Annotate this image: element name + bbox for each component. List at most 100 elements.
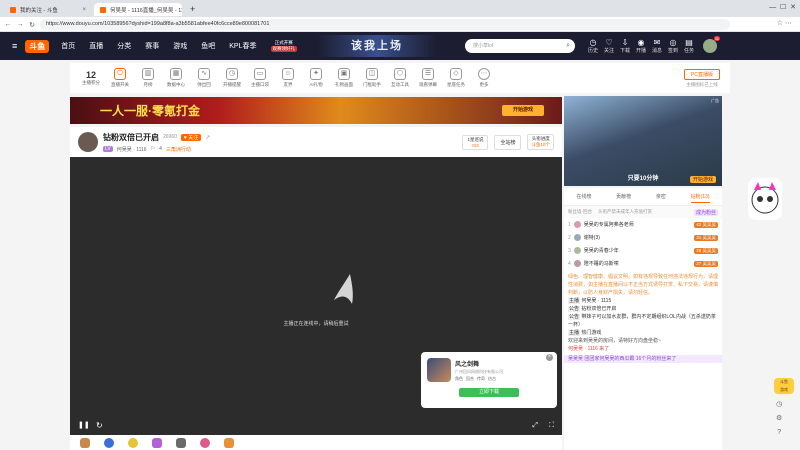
menu-icon[interactable]: ≡ (12, 41, 17, 51)
level-widget[interactable]: 12 主播积分 (76, 70, 106, 86)
fan-badge: 28 吴吴吴 (694, 247, 718, 254)
rank-row[interactable]: 2 谢特(3) 31 吴吴吴 (564, 231, 722, 244)
header-banner[interactable]: 该我上场 (317, 35, 437, 57)
fullscreen-web-icon[interactable]: ⤢ (532, 422, 538, 430)
search-input[interactable]: 搜小草lol ⌕ (465, 39, 575, 53)
tool-reminder[interactable]: ◷ 开播提醒 (218, 68, 246, 88)
title-progress[interactable]: 头衔进度 斗鱼10个 (527, 134, 554, 150)
side-float-badge[interactable]: 斗鱼 游戏 (774, 378, 794, 394)
nav-live[interactable]: 直播 (89, 41, 103, 51)
mascot-widget[interactable] (748, 178, 782, 220)
url-field[interactable]: https://www.douyu.com/10358956?dyshid=19… (40, 19, 730, 30)
side-ad[interactable]: 广告 只要10分钟 开始游戏 (564, 96, 722, 186)
rank-widget[interactable]: 1星巡说 0/3 (462, 134, 489, 150)
history-side-icon[interactable]: ◷ (776, 398, 782, 412)
tool-label: 主播口袋 (251, 82, 269, 87)
refresh-icon[interactable]: ↻ (96, 421, 103, 430)
popup-close-icon[interactable]: × (546, 354, 553, 361)
gift-icon[interactable] (128, 437, 138, 448)
danmaku-icon: ☰ (422, 68, 434, 80)
avatar[interactable]: 11 (703, 36, 720, 53)
share-icon[interactable]: ↗ (205, 134, 210, 141)
tool-more[interactable]: ⋯ 更多 (470, 68, 498, 88)
rank-row[interactable]: 1 吴吴的专属阿弗各老师 42 吴吴吴 (564, 218, 722, 231)
new-tab-button[interactable]: + (184, 4, 201, 14)
player-status-text: 主播正在连线中，请稍后重试 (283, 321, 349, 327)
rank-row[interactable]: 4 陪不睡的马斯嗦 27 吴吴吴 (564, 257, 722, 270)
tool-monthly[interactable]: ▥ 月榜 (134, 68, 162, 88)
browser-menu-icon[interactable]: ☆ ⋯ (777, 19, 792, 27)
nav-category[interactable]: 分类 (117, 41, 131, 51)
download-button[interactable]: ⇩ 下载 (617, 38, 633, 54)
follow-button[interactable]: ♥ 关注 (180, 133, 202, 141)
tasks-button[interactable]: ▤ 任务 (681, 38, 697, 54)
broadcast-button[interactable]: ◉ 开播 (633, 38, 649, 54)
join-message: 何吴吴 · 1116 来了 (568, 346, 610, 352)
reload-icon[interactable]: ↻ (26, 21, 38, 29)
rank-number: 1 (568, 221, 571, 228)
ad-start-button[interactable]: 开始游戏 (689, 176, 716, 183)
site-rank-button[interactable]: 全站榜 (494, 134, 522, 150)
gift-icon[interactable] (104, 437, 114, 448)
tab-intimacy[interactable]: 亲密 (656, 191, 666, 202)
browser-tab-follow[interactable]: 我的关注 - 斗鱼 × (4, 3, 92, 16)
close-tab-icon[interactable]: × (82, 7, 86, 13)
avatar-badge: 11 (713, 36, 720, 41)
video-player[interactable]: 主播正在连线中，请稍后重试 ❚❚ ↻ ⤢ ⛶ × 风之剑舞 广州回风网络科技有限… (70, 157, 562, 435)
checkin-button[interactable]: ◎ 签到 (665, 38, 681, 54)
follow-button[interactable]: ♡ 关注 (601, 38, 617, 54)
tool-danmaku[interactable]: ☰ 观看弹幕 (414, 68, 442, 88)
search-icon[interactable]: ⌕ (566, 39, 570, 53)
tool-data-center[interactable]: ▦ 数据中心 (162, 68, 190, 88)
history-button[interactable]: ◷ 历史 (585, 38, 601, 54)
tool-label: 开播提醒 (223, 82, 241, 87)
tool-assistant[interactable]: ◫ 门框助手 (358, 68, 386, 88)
promo-line: 观赛领好礼 (270, 46, 297, 52)
back-icon[interactable]: ← (2, 21, 14, 28)
message-button[interactable]: ✉ 消息 (649, 38, 665, 54)
forward-icon[interactable]: → (14, 21, 26, 28)
icon-label: 下载 (619, 47, 630, 54)
data-icon: ▦ (170, 68, 182, 80)
tool-friends[interactable]: ☺ 友界 (274, 68, 302, 88)
game-ad-banner[interactable]: 一人一服·零氪打金 开始游戏 (70, 97, 562, 124)
gift-icon[interactable] (80, 437, 90, 448)
become-fan-button[interactable]: 成为粉丝 (693, 208, 718, 216)
rank-row[interactable]: 3 吴吴的青春少年 28 吴吴吴 (564, 244, 722, 257)
gift-icon[interactable] (200, 437, 210, 448)
nav-home[interactable]: 首页 (61, 41, 75, 51)
nav-games[interactable]: 游戏 (173, 41, 187, 51)
help-side-icon[interactable]: ? (776, 426, 782, 440)
gift-icon[interactable] (176, 437, 186, 448)
camera-icon: ◉ (637, 38, 645, 48)
download-game-button[interactable]: 立即下载 (459, 388, 519, 397)
tool-ai-gift[interactable]: ✦ AI礼物 (302, 68, 330, 88)
site-logo[interactable]: 斗鱼 (25, 39, 50, 53)
streamer-name[interactable]: 何吴吴 · 1116 (117, 146, 147, 153)
tab-diamond-fans[interactable]: 钻粉(13) (690, 191, 710, 203)
pc-live-button[interactable]: PC直播版 (684, 68, 720, 80)
nav-events[interactable]: 赛事 (145, 41, 159, 51)
kpl-promo[interactable]: 正式开赛 观赛领好礼 (270, 40, 297, 52)
gift-icon[interactable] (224, 437, 234, 448)
tool-gift-screen[interactable]: ▣ 礼物画面 (330, 68, 358, 88)
gift-icon[interactable] (152, 437, 162, 448)
category-link[interactable]: 三角洲行动 (166, 146, 191, 153)
tool-popout[interactable]: ∿ 弹出回 (190, 68, 218, 88)
tab-online[interactable]: 在线榜 (576, 191, 591, 202)
tool-pocket[interactable]: ▭ 主播口袋 (246, 68, 274, 88)
nav-fishbar[interactable]: 鱼吧 (201, 41, 215, 51)
role-tag: 主播 (568, 298, 581, 304)
start-game-button[interactable]: 开始游戏 (502, 105, 544, 116)
fullscreen-icon[interactable]: ⛶ (549, 422, 554, 430)
nav-kpl[interactable]: KPL春季 (229, 41, 256, 51)
browser-tab-room[interactable]: 何吴吴 - 1116直播_何吴吴 - 1116斗× (94, 3, 182, 16)
settings-side-icon[interactable]: ⚙ (776, 412, 782, 426)
pause-icon[interactable]: ❚❚ (78, 421, 90, 429)
tool-star-task[interactable]: ◇ 星座任务 (442, 68, 470, 88)
tool-live-switch[interactable]: ⏻ 直播开关 (106, 68, 134, 88)
streamer-avatar[interactable] (78, 132, 98, 152)
tab-contribution[interactable]: 贡献榜 (616, 191, 631, 202)
tool-interactive[interactable]: ⬡ 互动工具 (386, 68, 414, 88)
window-controls[interactable]: — ☐ ✕ (769, 3, 796, 11)
